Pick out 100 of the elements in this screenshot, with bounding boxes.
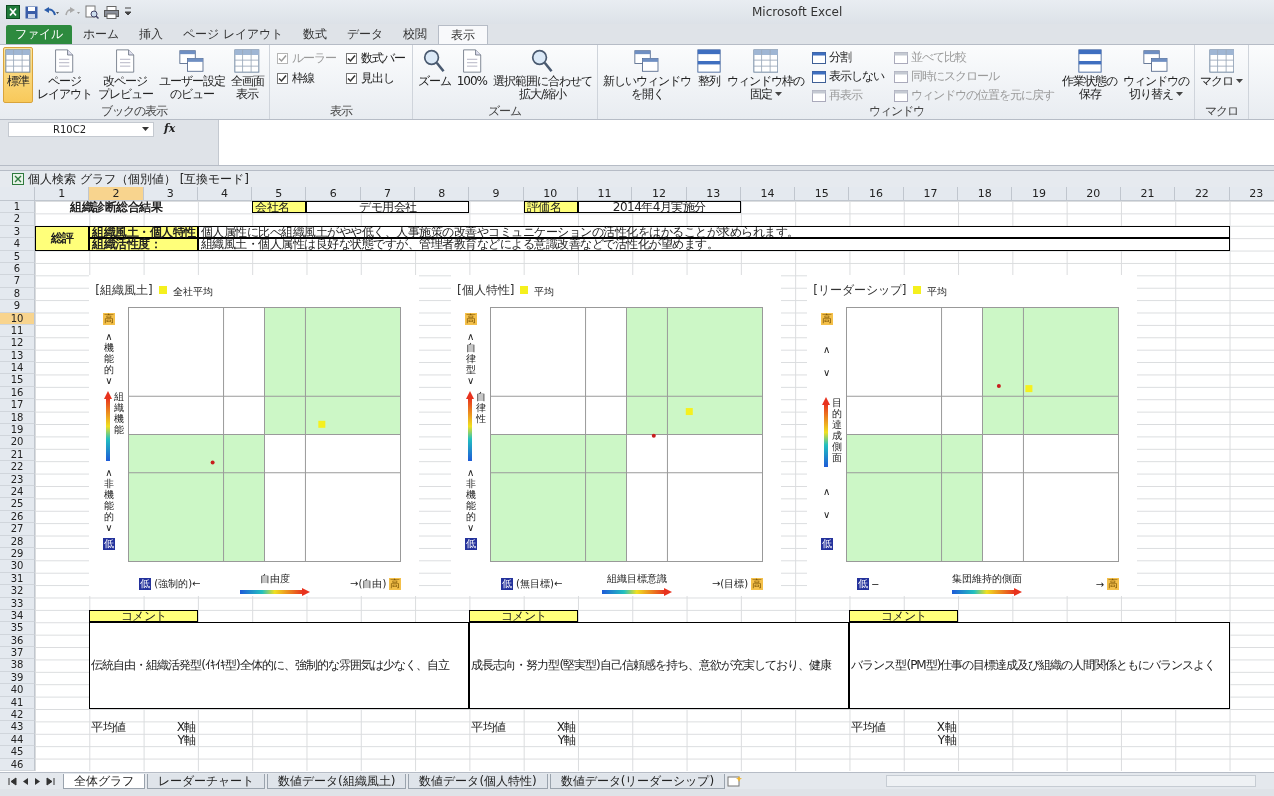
next-sheet-button[interactable] <box>34 776 41 786</box>
axis-label: (強制的)← <box>154 577 201 592</box>
spreadsheet-logo-icon[interactable] <box>6 5 20 19</box>
row-header[interactable]: 2 <box>0 213 35 226</box>
row-header[interactable]: 35 <box>0 622 35 635</box>
ribbon-tab[interactable]: ページ レイアウト <box>174 25 292 44</box>
row-header[interactable]: 42 <box>0 709 35 722</box>
column-header[interactable]: 23 <box>1229 187 1274 201</box>
sheet-tab[interactable]: レーダーチャート <box>147 773 265 789</box>
ribbon-tab[interactable]: 表示 <box>437 25 488 44</box>
sheet-tab[interactable]: 全体グラフ <box>63 773 145 789</box>
ribbon-tab[interactable]: 校閲 <box>393 25 436 44</box>
column-header[interactable]: 5 <box>252 187 307 201</box>
row-header[interactable]: 7 <box>0 275 35 288</box>
column-header[interactable]: 14 <box>740 187 796 201</box>
ribbon-button[interactable]: 改ページ プレビュー <box>95 47 155 103</box>
row-header[interactable]: 32 <box>0 585 35 598</box>
customize-caret-icon[interactable] <box>124 6 132 18</box>
column-header[interactable]: 1 <box>35 187 90 201</box>
row-header[interactable]: 38 <box>0 659 35 672</box>
sheet-tab[interactable]: 数値データ(個人特性) <box>408 773 548 789</box>
row-header[interactable]: 9 <box>0 300 35 313</box>
column-header[interactable]: 3 <box>143 187 198 201</box>
checkbox-label[interactable]: 見出し <box>360 69 394 87</box>
column-header[interactable]: 13 <box>686 187 741 201</box>
save-icon[interactable] <box>25 5 38 19</box>
checkbox-label[interactable]: 枠線 <box>291 69 314 87</box>
row-header[interactable]: 15 <box>0 374 35 387</box>
row-header[interactable]: 14 <box>0 362 35 375</box>
row-header[interactable]: 19 <box>0 424 35 437</box>
row-header[interactable]: 43 <box>0 721 35 734</box>
ribbon-tab[interactable]: 数式 <box>293 25 336 44</box>
low-marker: 低 <box>139 578 152 591</box>
ribbon-tab[interactable]: 挿入 <box>130 25 172 44</box>
row-header[interactable]: 4 <box>0 238 35 251</box>
row-header[interactable]: 40 <box>0 684 35 697</box>
row-header[interactable]: 12 <box>0 337 35 350</box>
ribbon-button[interactable]: 全画面 表示 <box>228 47 266 103</box>
row-header[interactable]: 22 <box>0 461 35 474</box>
column-header[interactable]: 17 <box>903 187 959 201</box>
ribbon-button[interactable]: 100% <box>454 47 489 103</box>
row-header[interactable]: 27 <box>0 523 35 536</box>
row-header[interactable]: 30 <box>0 560 35 573</box>
last-sheet-button[interactable] <box>46 776 55 786</box>
ribbon-button[interactable]: ズーム <box>415 47 453 103</box>
ribbon-tab[interactable]: ホーム <box>74 25 128 44</box>
column-header[interactable]: 11 <box>577 187 633 201</box>
ribbon-button[interactable]: 新しいウィンドウ を開く <box>601 47 693 103</box>
column-header[interactable]: 12 <box>632 187 687 201</box>
ribbon-tab[interactable]: データ <box>337 25 392 44</box>
column-header[interactable]: 21 <box>1120 187 1176 201</box>
column-header[interactable]: 8 <box>415 187 470 201</box>
row-header[interactable]: 17 <box>0 399 35 412</box>
column-header[interactable]: 18 <box>958 187 1013 201</box>
name-box[interactable]: R10C2 <box>8 122 154 137</box>
printer-icon[interactable] <box>104 5 119 19</box>
insert-function-button[interactable]: fx <box>160 122 180 135</box>
ribbon-button[interactable]: 整列 <box>695 47 723 103</box>
row-header[interactable]: 25 <box>0 498 35 511</box>
column-header[interactable]: 4 <box>197 187 253 201</box>
print-preview-icon[interactable] <box>85 5 99 19</box>
windows-icon <box>178 49 205 73</box>
ribbon-button[interactable]: マクロ <box>1198 47 1245 103</box>
column-header[interactable]: 19 <box>1012 187 1067 201</box>
column-header[interactable]: 16 <box>849 187 904 201</box>
column-header[interactable]: 7 <box>360 187 416 201</box>
horizontal-scrollbar[interactable] <box>886 775 1256 787</box>
ribbon-button[interactable]: 標準 <box>3 47 33 103</box>
checkbox[interactable] <box>276 72 288 84</box>
previous-sheet-button[interactable] <box>22 776 29 786</box>
axis-value-label: Y軸 <box>556 733 577 747</box>
column-header[interactable]: 9 <box>469 187 524 201</box>
column-header[interactable]: 6 <box>306 187 361 201</box>
ribbon-button[interactable]: ページ レイアウト <box>34 47 94 103</box>
checkbox-label[interactable]: 数式バー <box>360 49 405 67</box>
sheet-tab[interactable]: 数値データ(リーダーシップ) <box>549 773 726 789</box>
ribbon-tab[interactable]: ファイル <box>6 25 72 44</box>
ribbon-button[interactable]: 選択範囲に合わせて 拡大/縮小 <box>491 47 594 103</box>
checkbox[interactable] <box>345 72 357 84</box>
column-header[interactable]: 10 <box>523 187 578 201</box>
row-header[interactable]: 20 <box>0 436 35 449</box>
undo-icon[interactable] <box>43 6 59 18</box>
column-header[interactable]: 20 <box>1066 187 1121 201</box>
sheet-tab[interactable]: 数値データ(組織風土) <box>267 773 407 789</box>
workbook-title: 個人検索 グラフ（個別値） [互換モード] <box>28 170 249 188</box>
checkbox[interactable] <box>345 52 357 64</box>
row-header[interactable]: 37 <box>0 647 35 660</box>
ribbon-small-button[interactable]: 分割 <box>812 49 884 66</box>
first-sheet-button[interactable] <box>8 776 17 786</box>
column-header[interactable]: 22 <box>1175 187 1230 201</box>
ribbon-small-button[interactable]: 表示しない <box>812 68 884 85</box>
column-header[interactable]: 2 <box>89 187 144 201</box>
ribbon-button[interactable]: ウィンドウ枠の 固定 <box>725 47 806 103</box>
ribbon-button[interactable]: ウィンドウの 切り替え <box>1121 47 1191 103</box>
column-header[interactable]: 15 <box>795 187 850 201</box>
ribbon-button[interactable]: ユーザー設定 のビュー <box>156 47 227 103</box>
row-header[interactable]: 1 <box>0 201 35 214</box>
ribbon-button[interactable]: 作業状態の 保存 <box>1060 47 1119 103</box>
formula-input[interactable] <box>218 120 1274 165</box>
row-header[interactable]: 45 <box>0 746 35 759</box>
